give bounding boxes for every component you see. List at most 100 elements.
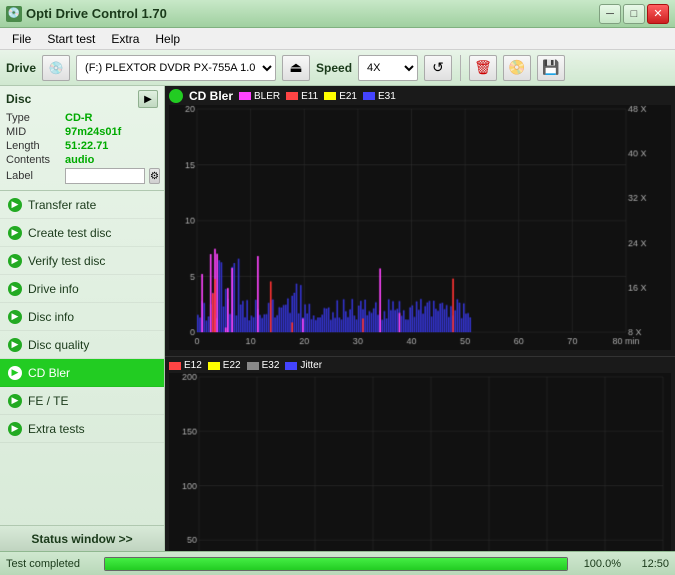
legend-e21: E21 [324, 91, 357, 102]
legend-e11: E11 [286, 91, 318, 102]
legend-e12-color [169, 362, 181, 370]
chart2-header: E12 E22 E32 Jitter [169, 360, 671, 371]
minimize-button[interactable]: ─ [599, 4, 621, 24]
cd-bler-icon: ▶ [8, 366, 22, 380]
legend-jitter-label: Jitter [300, 360, 322, 371]
disc-mid-row: MID 97m24s01f [6, 126, 158, 138]
sidebar-item-disc-quality[interactable]: ▶ Disc quality [0, 331, 164, 359]
sidebar-item-transfer-rate[interactable]: ▶ Transfer rate [0, 191, 164, 219]
legend-e21-color [324, 92, 336, 100]
legend-bler-color [239, 92, 251, 100]
status-window-label: Status window >> [31, 532, 132, 546]
sidebar-item-cd-bler[interactable]: ▶ CD Bler [0, 359, 164, 387]
legend-e22-label: E22 [223, 360, 241, 371]
verify-test-disc-icon: ▶ [8, 254, 22, 268]
disc-info-label: Disc info [28, 310, 74, 324]
disc-length-value: 51:22.71 [65, 140, 108, 152]
disc-label-label: Label [6, 170, 61, 182]
sidebar-item-verify-test-disc[interactable]: ▶ Verify test disc [0, 247, 164, 275]
disc-contents-row: Contents audio [6, 154, 158, 166]
sidebar-item-create-test-disc[interactable]: ▶ Create test disc [0, 219, 164, 247]
menu-file[interactable]: File [4, 30, 39, 48]
sidebar-item-fe-te[interactable]: ▶ FE / TE [0, 387, 164, 415]
legend-e22-color [208, 362, 220, 370]
content-area: CD Bler BLER E11 E21 E31 [165, 86, 675, 551]
disc-type-row: Type CD-R [6, 112, 158, 124]
legend-e21-label: E21 [339, 91, 357, 102]
disc-contents-value: audio [65, 154, 94, 166]
maximize-button[interactable]: □ [623, 4, 645, 24]
speed-select[interactable]: 4X 1X 2X 8X 16X MAX [358, 55, 418, 81]
menu-start-test[interactable]: Start test [39, 30, 103, 48]
create-test-disc-icon: ▶ [8, 226, 22, 240]
progress-bar-container [104, 557, 568, 571]
titlebar-controls: ─ □ ✕ [599, 4, 669, 24]
nav-items: ▶ Transfer rate ▶ Create test disc ▶ Ver… [0, 191, 164, 525]
close-button[interactable]: ✕ [647, 4, 669, 24]
legend-e11-color [286, 92, 298, 100]
disc-label-row: Label ⚙ [6, 168, 158, 184]
legend-e31-label: E31 [378, 91, 396, 102]
status-text: Test completed [6, 558, 96, 570]
statusbar: Test completed 100.0% 12:50 [0, 551, 675, 575]
legend-e31-color [363, 92, 375, 100]
legend-bler-label: BLER [254, 91, 280, 102]
app-title: Opti Drive Control 1.70 [26, 6, 167, 21]
disc-info-icon: ▶ [8, 310, 22, 324]
chart1-icon [169, 89, 183, 103]
transfer-rate-label: Transfer rate [28, 198, 96, 212]
save-button[interactable]: 💾 [537, 55, 565, 81]
toolbar-separator [460, 55, 461, 81]
legend-e32-label: E32 [262, 360, 280, 371]
eject-button[interactable]: ⏏ [282, 55, 310, 81]
legend-jitter-color [285, 362, 297, 370]
legend-e12-label: E12 [184, 360, 202, 371]
status-window-button[interactable]: Status window >> [0, 525, 164, 551]
toolbar: Drive 💿 (F:) PLEXTOR DVDR PX-755A 1.08 ⏏… [0, 50, 675, 86]
drive-select[interactable]: (F:) PLEXTOR DVDR PX-755A 1.08 [76, 55, 276, 81]
speed-label: Speed [316, 61, 352, 75]
drive-label: Drive [6, 61, 36, 75]
sidebar-item-extra-tests[interactable]: ▶ Extra tests [0, 415, 164, 443]
disc-quality-label: Disc quality [28, 338, 89, 352]
disc-type-value: CD-R [65, 112, 93, 124]
menubar: File Start test Extra Help [0, 28, 675, 50]
disc-label-input[interactable] [65, 168, 145, 184]
titlebar-left: 💿 Opti Drive Control 1.70 [6, 6, 167, 22]
disc-length-row: Length 51:22.71 [6, 140, 158, 152]
legend-e12: E12 [169, 360, 202, 371]
menu-help[interactable]: Help [147, 30, 188, 48]
label-gear-button[interactable]: ⚙ [149, 168, 160, 184]
menu-extra[interactable]: Extra [103, 30, 147, 48]
extra-tests-icon: ▶ [8, 422, 22, 436]
drive-icon-btn[interactable]: 💿 [42, 55, 70, 81]
app-icon: 💿 [6, 6, 22, 22]
burn-button[interactable]: 📀 [503, 55, 531, 81]
chart1-section: CD Bler BLER E11 E21 E31 [165, 86, 675, 356]
legend-jitter: Jitter [285, 360, 322, 371]
create-test-disc-label: Create test disc [28, 226, 111, 240]
drive-info-label: Drive info [28, 282, 79, 296]
legend-bler: BLER [239, 91, 280, 102]
chart2-canvas [169, 373, 671, 551]
disc-header: Disc ▶ [6, 90, 158, 108]
sidebar-item-drive-info[interactable]: ▶ Drive info [0, 275, 164, 303]
legend-e31: E31 [363, 91, 396, 102]
legend-e32: E32 [247, 360, 280, 371]
disc-title: Disc [6, 92, 31, 106]
progress-percentage: 100.0% [576, 558, 621, 570]
transfer-rate-icon: ▶ [8, 198, 22, 212]
chart1-header: CD Bler BLER E11 E21 E31 [169, 89, 671, 103]
sidebar-item-disc-info[interactable]: ▶ Disc info [0, 303, 164, 331]
erase-button[interactable]: 🗑 [469, 55, 497, 81]
disc-length-label: Length [6, 140, 61, 152]
disc-type-label: Type [6, 112, 61, 124]
fe-te-icon: ▶ [8, 394, 22, 408]
progress-bar [105, 558, 567, 570]
disc-refresh-button[interactable]: ▶ [138, 90, 158, 108]
legend-e11-label: E11 [301, 91, 318, 102]
drive-info-icon: ▶ [8, 282, 22, 296]
refresh-button[interactable]: ↺ [424, 55, 452, 81]
chart1-title: CD Bler [189, 89, 233, 103]
disc-quality-icon: ▶ [8, 338, 22, 352]
